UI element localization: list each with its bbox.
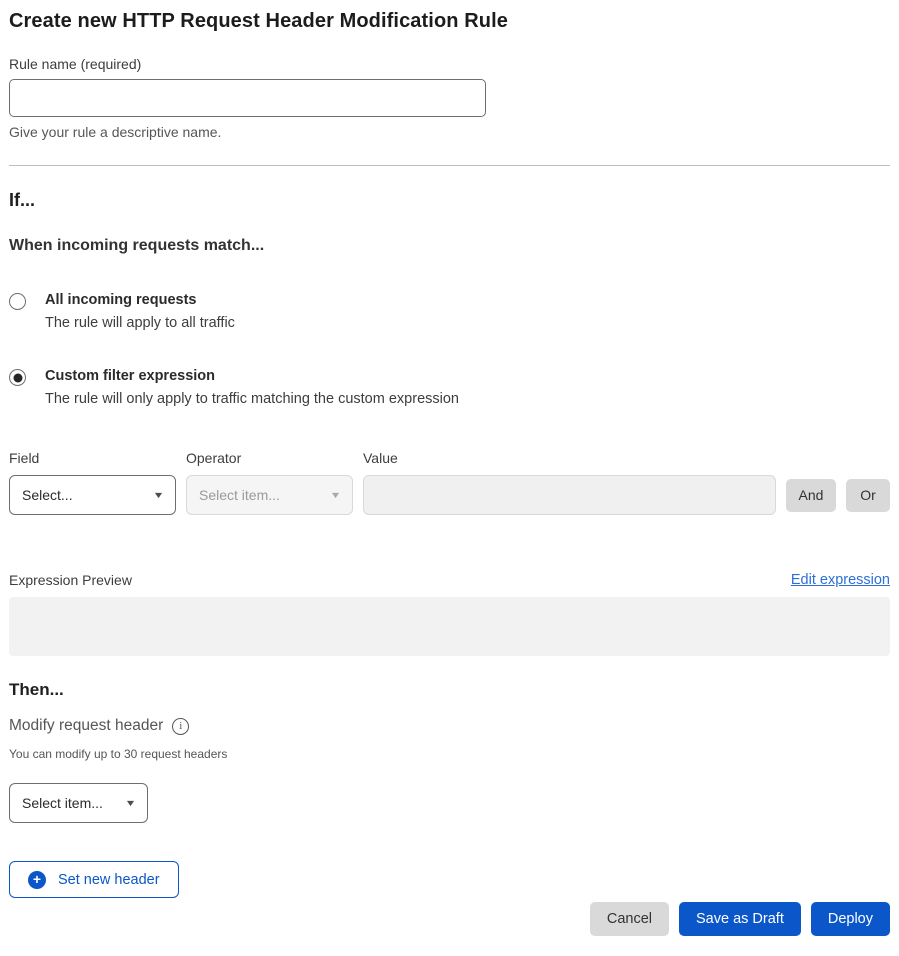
- radio-option-custom-filter-expression[interactable]: Custom filter expression The rule will o…: [9, 368, 890, 407]
- cancel-button[interactable]: Cancel: [590, 902, 669, 936]
- value-input[interactable]: [363, 475, 776, 515]
- then-heading: Then...: [9, 680, 890, 700]
- header-item-select[interactable]: Select item... ▼: [9, 783, 148, 823]
- rule-name-input[interactable]: [9, 79, 486, 117]
- radio-option-label: Custom filter expression: [45, 368, 459, 384]
- radio-selected-icon[interactable]: [9, 369, 26, 386]
- chevron-down-icon: ▼: [330, 490, 342, 500]
- radio-option-description: The rule will only apply to traffic matc…: [45, 391, 459, 407]
- page-title: Create new HTTP Request Header Modificat…: [9, 10, 890, 33]
- radio-option-text: Custom filter expression The rule will o…: [45, 368, 459, 407]
- set-new-header-button[interactable]: + Set new header: [9, 861, 179, 898]
- info-icon[interactable]: i: [172, 718, 189, 735]
- field-select[interactable]: Select... ▼: [9, 475, 176, 515]
- header-item-select-value: Select item...: [22, 795, 103, 811]
- edit-expression-link[interactable]: Edit expression: [791, 572, 890, 588]
- expression-builder: Field Operator Value Select... ▼ Select …: [9, 450, 890, 515]
- section-divider: [9, 165, 890, 166]
- expression-preview-header: Expression Preview Edit expression: [9, 572, 890, 588]
- value-label: Value: [363, 450, 776, 466]
- operator-select-value: Select item...: [199, 487, 280, 503]
- footer-actions: Cancel Save as Draft Deploy: [9, 902, 890, 936]
- modify-request-header-label: Modify request header: [9, 717, 163, 735]
- expression-preview-label: Expression Preview: [9, 572, 132, 588]
- or-button[interactable]: Or: [846, 479, 890, 512]
- modify-request-header-row: Modify request header i: [9, 717, 890, 735]
- create-rule-page: Create new HTTP Request Header Modificat…: [0, 0, 899, 936]
- radio-unselected-icon[interactable]: [9, 293, 26, 310]
- rule-name-helper: Give your rule a descriptive name.: [9, 124, 890, 140]
- field-label: Field: [9, 450, 176, 466]
- radio-option-text: All incoming requests The rule will appl…: [45, 292, 235, 331]
- deploy-button[interactable]: Deploy: [811, 902, 890, 936]
- operator-label: Operator: [186, 450, 353, 466]
- if-heading: If...: [9, 190, 890, 211]
- radio-option-all-incoming-requests[interactable]: All incoming requests The rule will appl…: [9, 292, 890, 331]
- set-new-header-label: Set new header: [58, 872, 160, 888]
- chevron-down-icon: ▼: [125, 798, 137, 808]
- operator-select[interactable]: Select item... ▼: [186, 475, 353, 515]
- plus-icon: +: [28, 871, 46, 889]
- radio-option-label: All incoming requests: [45, 292, 235, 308]
- rule-name-label: Rule name (required): [9, 56, 890, 72]
- radio-option-description: The rule will apply to all traffic: [45, 315, 235, 331]
- and-button[interactable]: And: [786, 479, 836, 512]
- modify-header-helper: You can modify up to 30 request headers: [9, 747, 890, 761]
- field-select-value: Select...: [22, 487, 73, 503]
- match-subheading: When incoming requests match...: [9, 237, 890, 255]
- expression-preview-box: [9, 597, 890, 656]
- save-as-draft-button[interactable]: Save as Draft: [679, 902, 801, 936]
- chevron-down-icon: ▼: [153, 490, 165, 500]
